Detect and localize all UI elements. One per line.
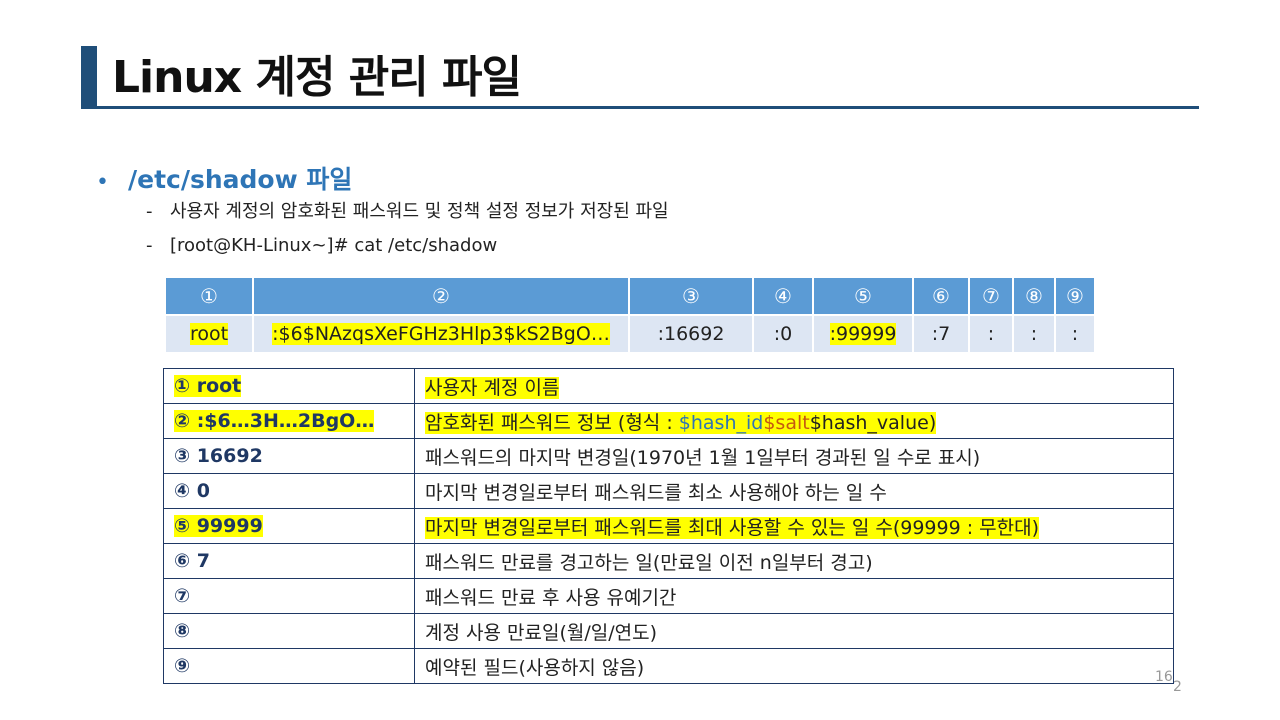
field-header: ⑥ — [912, 276, 970, 316]
subitem-text: [root@KH-Linux~]# cat /etc/shadow — [170, 235, 498, 256]
dash-icon: - — [146, 201, 153, 222]
table-row: ⑧ 계정 사용 만료일(월/일/연도) — [163, 613, 1174, 649]
field-header: ⑨ — [1054, 276, 1096, 316]
bullet-subitem: - [root@KH-Linux~]# cat /etc/shadow — [146, 233, 497, 259]
field-value: :16692 — [628, 314, 754, 354]
table-row: ③ 16692 패스워드의 마지막 변경일(1970년 1월 1일부터 경과된 … — [163, 438, 1174, 474]
field-header: ① — [164, 276, 254, 316]
field-header: ⑦ — [968, 276, 1014, 316]
field-key: ④ 0 — [163, 473, 415, 509]
field-desc: 마지막 변경일로부터 패스워드를 최소 사용해야 하는 일 수 — [414, 473, 1174, 509]
field-value: : — [968, 314, 1014, 354]
field-value: root — [164, 314, 254, 354]
bullet-subitem: - 사용자 계정의 암호화된 패스워드 및 정책 설정 정보가 저장된 파일 — [146, 199, 669, 225]
table-row: ④ 0 마지막 변경일로부터 패스워드를 최소 사용해야 하는 일 수 — [163, 473, 1174, 509]
field-desc: 패스워드의 마지막 변경일(1970년 1월 1일부터 경과된 일 수로 표시) — [414, 438, 1174, 474]
field-header: ③ — [628, 276, 754, 316]
table-row: ⑥ 7 패스워드 만료를 경고하는 일(만료일 이전 n일부터 경고) — [163, 543, 1174, 579]
field-key: ② :$6…3H…2BgO… — [163, 403, 415, 439]
field-value: :0 — [752, 314, 814, 354]
field-desc: 예약된 필드(사용하지 않음) — [414, 648, 1174, 684]
field-key: ⑦ — [163, 578, 415, 614]
subitem-text: 사용자 계정의 암호화된 패스워드 및 정책 설정 정보가 저장된 파일 — [170, 201, 669, 222]
field-desc: 패스워드 만료를 경고하는 일(만료일 이전 n일부터 경고) — [414, 543, 1174, 579]
table-row: ⑤ 99999 마지막 변경일로부터 패스워드를 최대 사용할 수 있는 일 수… — [163, 508, 1174, 544]
field-header: ④ — [752, 276, 814, 316]
field-value: :99999 — [812, 314, 914, 354]
field-key: ① root — [163, 368, 415, 404]
field-key: ⑧ — [163, 613, 415, 649]
field-desc: 마지막 변경일로부터 패스워드를 최대 사용할 수 있는 일 수(99999 :… — [414, 508, 1174, 544]
field-value: : — [1012, 314, 1056, 354]
field-desc: 사용자 계정 이름 — [414, 368, 1174, 404]
field-key: ⑤ 99999 — [163, 508, 415, 544]
page-number-suffix: 2 — [1173, 679, 1182, 695]
field-desc: 패스워드 만료 후 사용 유예기간 — [414, 578, 1174, 614]
bullet-heading: /etc/shadow 파일 — [128, 165, 353, 194]
table-row: root :$6$NAzqsXeFGHz3Hlp3$kS2BgO… :16692… — [164, 314, 1096, 354]
field-key: ③ 16692 — [163, 438, 415, 474]
title-accent-bar — [81, 46, 97, 108]
table-header-row: ① ② ③ ④ ⑤ ⑥ ⑦ ⑧ ⑨ — [164, 276, 1096, 316]
shadow-fields-table: ① ② ③ ④ ⑤ ⑥ ⑦ ⑧ ⑨ root :$6$NAzqsXeFGHz3H… — [164, 276, 1096, 354]
bullet-icon: • — [96, 170, 109, 195]
field-header: ② — [252, 276, 630, 316]
field-description-table: ① root 사용자 계정 이름 ② :$6…3H…2BgO… 암호화된 패스워… — [163, 368, 1174, 684]
field-value: :7 — [912, 314, 970, 354]
title-underline — [81, 106, 1199, 109]
dash-icon: - — [146, 235, 153, 256]
table-row: ② :$6…3H…2BgO… 암호화된 패스워드 정보 (형식 : $hash_… — [163, 403, 1174, 439]
field-header: ⑧ — [1012, 276, 1056, 316]
field-key: ⑨ — [163, 648, 415, 684]
table-row: ⑦ 패스워드 만료 후 사용 유예기간 — [163, 578, 1174, 614]
field-value: :$6$NAzqsXeFGHz3Hlp3$kS2BgO… — [252, 314, 630, 354]
field-value: : — [1054, 314, 1096, 354]
field-desc: 계정 사용 만료일(월/일/연도) — [414, 613, 1174, 649]
field-key: ⑥ 7 — [163, 543, 415, 579]
table-row: ⑨ 예약된 필드(사용하지 않음) — [163, 648, 1174, 684]
field-desc: 암호화된 패스워드 정보 (형식 : $hash_id$salt$hash_va… — [414, 403, 1174, 439]
page-number: 16 — [1155, 669, 1173, 685]
page-title: Linux 계정 관리 파일 — [112, 52, 522, 103]
table-row: ① root 사용자 계정 이름 — [163, 368, 1174, 404]
field-header: ⑤ — [812, 276, 914, 316]
